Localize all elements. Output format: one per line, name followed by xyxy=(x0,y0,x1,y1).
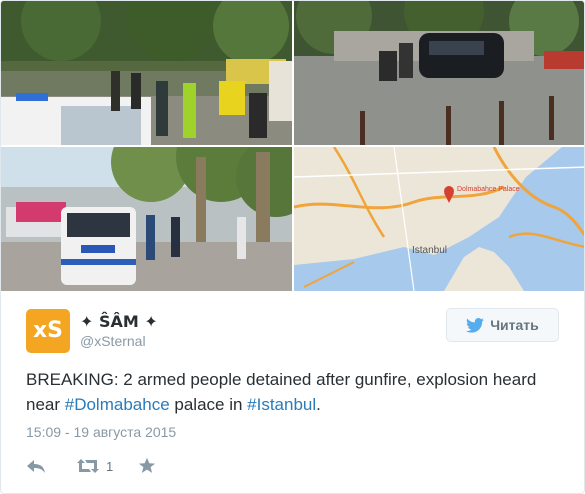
photo-grid: Dolmabahce Palace Istanbul xyxy=(1,1,584,291)
retweet-count: 1 xyxy=(106,458,114,474)
tweet-text-part: . xyxy=(316,395,321,414)
map-city-label: Istanbul xyxy=(412,245,447,256)
photo-black-car-road[interactable] xyxy=(294,1,584,145)
photo-police-van[interactable] xyxy=(1,147,292,291)
photo-police-car-street[interactable] xyxy=(1,1,292,145)
follow-button-label: Читать xyxy=(490,317,539,333)
photo-istanbul-map[interactable]: Dolmabahce Palace Istanbul xyxy=(294,147,584,291)
follow-button[interactable]: Читать xyxy=(446,308,559,342)
tweet-text-part: palace in xyxy=(169,395,248,414)
user-handle[interactable]: @xSternal xyxy=(80,333,146,349)
avatar[interactable]: xS xyxy=(26,309,70,353)
star-icon xyxy=(138,457,156,473)
favorite-button[interactable] xyxy=(138,456,156,476)
hashtag-link[interactable]: #Istanbul xyxy=(247,395,316,414)
map-marker-label: Dolmabahce Palace xyxy=(457,186,520,193)
hashtag-link[interactable]: #Dolmabahce xyxy=(65,395,170,414)
retweet-icon xyxy=(77,459,99,473)
display-name[interactable]: ✦ ŜÂM ✦ xyxy=(80,312,158,331)
tweet-text: BREAKING: 2 armed people detained after … xyxy=(26,367,566,417)
avatar-logo: xS xyxy=(32,318,64,343)
twitter-bird-icon xyxy=(466,317,485,333)
retweet-button[interactable]: 1 xyxy=(76,456,113,476)
reply-icon xyxy=(27,460,45,473)
tweet-card: Dolmabahce Palace Istanbul xS ✦ ŜÂM ✦ @x… xyxy=(0,0,585,494)
tweet-timestamp[interactable]: 15:09 - 19 августа 2015 xyxy=(26,424,176,440)
reply-button[interactable] xyxy=(26,456,46,476)
